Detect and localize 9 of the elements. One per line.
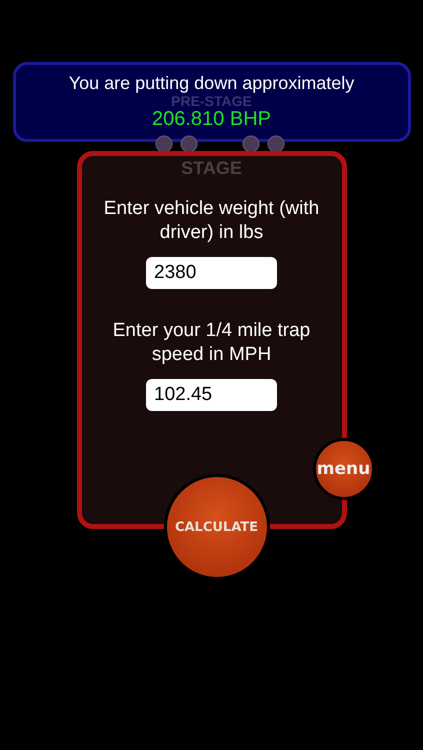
- calculate-button[interactable]: CALCULATE: [164, 474, 270, 580]
- result-value: 206.810 BHP: [152, 108, 271, 130]
- prestage-label: PRE-STAGE: [171, 94, 252, 108]
- menu-button[interactable]: menu: [312, 438, 374, 500]
- result-label: You are putting down approximately: [68, 73, 354, 94]
- input-field[interactable]: 102.45: [146, 379, 277, 411]
- input-label: Enter vehicle weight (with driver) in lbs: [102, 197, 320, 245]
- input-label: Enter your 1/4 mile trap speed in MPH: [112, 319, 312, 367]
- input-field[interactable]: 2380: [146, 257, 277, 289]
